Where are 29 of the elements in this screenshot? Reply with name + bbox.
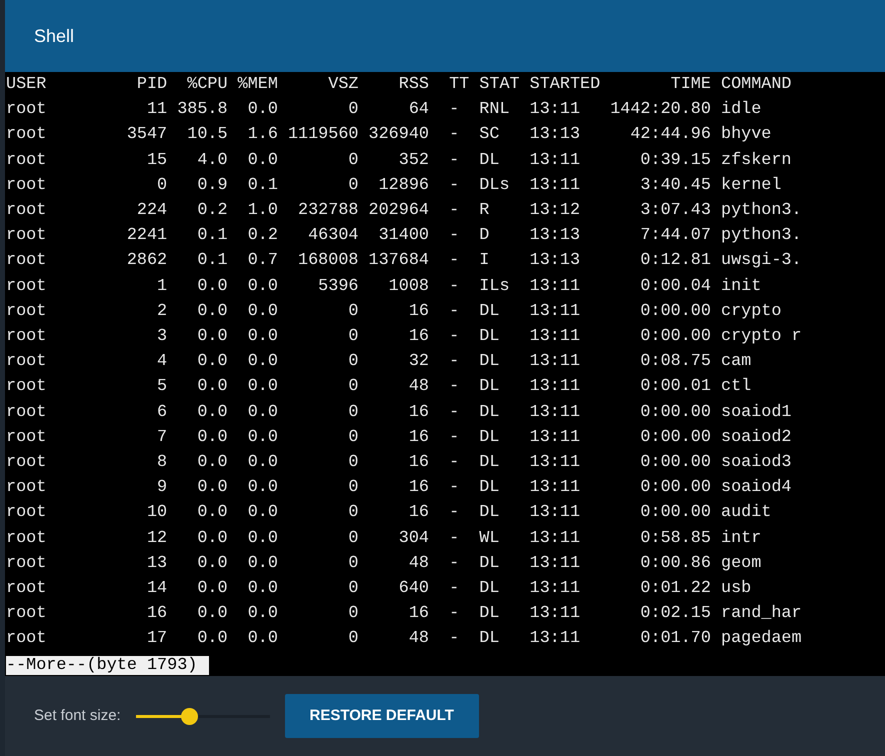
slider-thumb[interactable] bbox=[181, 708, 198, 724]
terminal-line: root 0 0.9 0.1 0 12896 - DLs 13:11 3:40.45 kernel bbox=[6, 174, 782, 197]
more-prompt: --More--(byte 1793) bbox=[6, 656, 210, 675]
terminal-line: root 12 0.0 0.0 0 304 - WL 13:11 0:58.85 intr bbox=[6, 528, 762, 550]
terminal-line: root 10 0.0 0.0 0 16 - DL 13:11 0:00.00 audit bbox=[6, 502, 772, 524]
terminal-line: root 5 0.0 0.0 0 48 - DL 13:11 0:00.01 ctl bbox=[6, 376, 752, 398]
terminal-line: root 7 0.0 0.0 0 16 - DL 13:11 0:00.00 soaiod2 bbox=[6, 426, 792, 449]
header-title: Shell bbox=[34, 24, 74, 48]
terminal-line: root 1 0.0 0.0 5396 1008 - ILs 13:11 0:00.04 init bbox=[6, 276, 762, 298]
terminal-line: root 2862 0.1 0.7 168008 137684 - I 13:13 0:12.81 uwsgi-3. bbox=[6, 250, 802, 272]
terminal-line: root 15 4.0 0.0 0 352 - DL 13:11 0:39.15 zfskern bbox=[6, 150, 792, 172]
terminal-line: root 8 0.0 0.0 0 16 - DL 13:11 0:00.00 soaiod3 bbox=[6, 452, 792, 474]
terminal-line: root 11 385.8 0.0 0 64 - RNL 13:11 1442:20.80 idle bbox=[6, 99, 762, 122]
restore-default-button[interactable]: RESTORE DEFAULT bbox=[284, 694, 479, 738]
terminal-line: root 4 0.0 0.0 0 32 - DL 13:11 0:08.75 cam bbox=[6, 351, 752, 374]
terminal-line: root 16 0.0 0.0 0 16 - DL 13:11 0:02.15 rand_har bbox=[6, 603, 802, 626]
font-size-slider[interactable] bbox=[136, 707, 270, 725]
font-size-label: Set font size: bbox=[34, 706, 121, 726]
terminal-line: root 224 0.2 1.0 232788 202964 - R 13:12 3:07.43 python3. bbox=[6, 200, 802, 222]
terminal-line: root 3547 10.5 1.6 1119560 326940 - SC 13:13 42:44.96 bhyve bbox=[6, 124, 772, 146]
terminal-line: root 13 0.0 0.0 0 48 - DL 13:11 0:00.86 geom bbox=[6, 552, 762, 575]
terminal-line: root 9 0.0 0.0 0 16 - DL 13:11 0:00.00 soaiod4 bbox=[6, 477, 792, 500]
terminal-line: root 2241 0.1 0.2 46304 31400 - D 13:13 7:44.07 python3. bbox=[6, 225, 802, 248]
terminal-line: USER PID %CPU %MEM VSZ RSS TT STAT STARTED TIME COMMAND bbox=[6, 74, 792, 96]
terminal-line: root 2 0.0 0.0 0 16 - DL 13:11 0:00.00 crypto bbox=[6, 300, 782, 323]
terminal-line: root 3 0.0 0.0 0 16 - DL 13:11 0:00.00 crypto r bbox=[6, 326, 802, 348]
terminal-line: root 6 0.0 0.0 0 16 - DL 13:11 0:00.00 soaiod1 bbox=[6, 402, 792, 424]
terminal-line: root 17 0.0 0.0 0 48 - DL 13:11 0:01.70 pagedaem bbox=[6, 628, 802, 650]
terminal-line: root 14 0.0 0.0 0 640 - DL 13:11 0:01.22 usb bbox=[6, 578, 752, 600]
